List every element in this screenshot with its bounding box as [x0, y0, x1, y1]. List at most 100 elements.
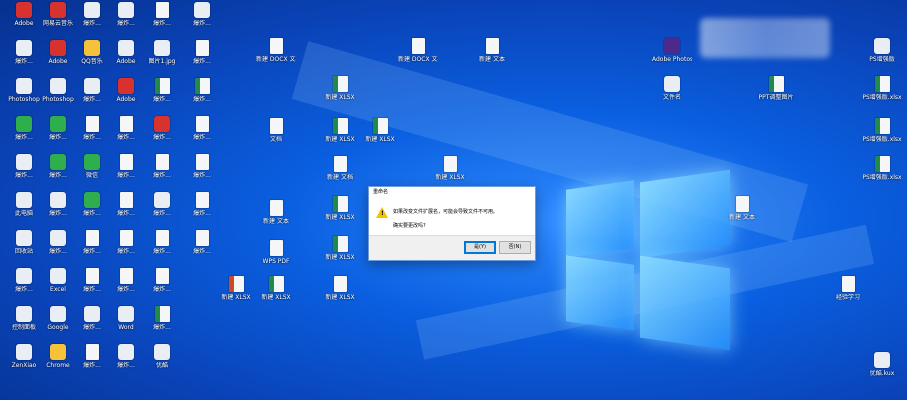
app-file-icon	[16, 78, 32, 94]
desktop-icon[interactable]: PS增强版.xlsx	[862, 156, 902, 181]
red-file-icon	[118, 78, 134, 94]
xls-file-icon	[194, 78, 210, 94]
desktop-icon[interactable]: 新建 XLSX	[320, 76, 360, 101]
app-file-icon	[874, 38, 890, 54]
desktop-icon[interactable]: 优酷.kux	[862, 352, 902, 377]
desktop-icon[interactable]: 新建 文本	[256, 200, 296, 225]
app-file-icon	[16, 192, 32, 208]
desktop-icon[interactable]: Adobe	[106, 40, 146, 65]
purple-file-icon	[664, 38, 680, 54]
red-file-icon	[154, 116, 170, 132]
app-file-icon	[194, 2, 210, 18]
desktop-icon[interactable]: 爆炸...	[106, 230, 146, 255]
doc-file-icon	[119, 230, 133, 246]
desktop-icon[interactable]: 新建 XLSX	[256, 276, 296, 301]
desktop-icon[interactable]: 爆炸...	[182, 2, 222, 27]
desktop-icon[interactable]: 新建 文本	[722, 196, 762, 221]
xls-file-icon	[874, 118, 890, 134]
doc-file-icon	[85, 116, 99, 132]
app-file-icon	[118, 2, 134, 18]
app-file-icon	[16, 344, 32, 360]
app-file-icon	[84, 306, 100, 322]
desktop-icon[interactable]: 新建 XLSX	[430, 156, 470, 181]
doc-file-icon	[155, 2, 169, 18]
desktop-icon-label: Adobe	[116, 58, 136, 65]
desktop-icon[interactable]: 爆炸...	[142, 154, 182, 179]
desktop-icon[interactable]: PPT调整图片	[756, 76, 796, 101]
desktop-icon[interactable]: 优酷	[142, 344, 182, 369]
desktop-icon-label: 图片1.jpg	[148, 58, 176, 65]
desktop-icon[interactable]: 爆炸...	[106, 154, 146, 179]
desktop-icon[interactable]: 新建 XLSX	[360, 118, 400, 143]
desktop-icon[interactable]: 新建 文档	[320, 156, 360, 181]
desktop-icon[interactable]: 爆炸...	[106, 192, 146, 217]
desktop-icon-label: 爆炸...	[193, 20, 211, 27]
desktop-icon[interactable]: 爆炸...	[142, 78, 182, 103]
doc-file-icon	[269, 38, 283, 54]
desktop-icon[interactable]: PS增强版	[862, 38, 902, 63]
red-file-icon	[50, 2, 66, 18]
desktop-icon[interactable]: 爆炸...	[142, 116, 182, 141]
desktop-icon[interactable]: PS增强版.xlsx	[862, 76, 902, 101]
desktop-icon[interactable]: 爆炸...	[142, 2, 182, 27]
desktop-icon[interactable]: PS增强版.xlsx	[862, 118, 902, 143]
yes-button[interactable]: 是(Y)	[464, 241, 496, 254]
desktop-icon-label: 爆炸...	[153, 134, 171, 141]
app-file-icon	[50, 268, 66, 284]
app-file-icon	[50, 78, 66, 94]
desktop-icon[interactable]: Adobe Photoshop	[652, 38, 692, 63]
desktop-icon[interactable]: 爆炸...	[182, 116, 222, 141]
desktop-icon[interactable]: 爆炸...	[106, 2, 146, 27]
desktop-icon[interactable]: 新建 XLSX	[320, 236, 360, 261]
desktop-icon[interactable]: 爆炸...	[182, 154, 222, 179]
green-file-icon	[16, 116, 32, 132]
desktop-icon[interactable]: 爆炸...	[182, 230, 222, 255]
desktop-icon-label: 爆炸...	[153, 324, 171, 331]
desktop-icon-label: 新建 XLSX	[325, 294, 355, 301]
desktop-icon[interactable]: 新建 DOCX 文档	[398, 38, 438, 63]
desktop-icon-label: 爆炸...	[193, 172, 211, 179]
app-file-icon	[118, 306, 134, 322]
app-file-icon	[874, 352, 890, 368]
doc-file-icon	[119, 116, 133, 132]
desktop-icon-label: 爆炸...	[117, 248, 135, 255]
desktop-icon-label: 优酷	[155, 362, 168, 369]
desktop-icon[interactable]: 爆炸...	[182, 78, 222, 103]
desktop-icon[interactable]: 爆炸...	[142, 230, 182, 255]
doc-file-icon	[85, 230, 99, 246]
doc-file-icon	[195, 40, 209, 56]
xls-file-icon	[874, 156, 890, 172]
desktop-icon[interactable]: 图片1.jpg	[142, 40, 182, 65]
desktop-icon[interactable]: 新建 XLSX	[320, 196, 360, 221]
desktop-icon[interactable]: 爆炸...	[106, 344, 146, 369]
desktop-icon[interactable]: 爆炸...	[106, 116, 146, 141]
desktop-icon-label: 新建 XLSX	[325, 214, 355, 221]
desktop-icon[interactable]: Adobe	[106, 78, 146, 103]
desktop-icon[interactable]: WPS PDF	[256, 240, 296, 265]
desktop-icon[interactable]: 新建 XLSX	[320, 118, 360, 143]
desktop-icon[interactable]: 爆炸...	[106, 268, 146, 293]
desktop-icon[interactable]: 文件名	[652, 76, 692, 101]
desktop-icon-label: 文档	[269, 136, 282, 143]
desktop-icon[interactable]: 爆炸...	[142, 306, 182, 331]
desktop-icon-label: 新建 文本	[263, 218, 289, 225]
desktop-icon[interactable]: 新建 DOCX 文档	[256, 38, 296, 63]
green-file-icon	[50, 116, 66, 132]
no-button[interactable]: 否(N)	[499, 241, 531, 254]
desktop-icon-label: 新建 文本	[479, 56, 505, 63]
desktop-icon[interactable]: 爆炸...	[142, 192, 182, 217]
desktop-icon[interactable]: 新建 XLSX	[216, 276, 256, 301]
desktop-icon[interactable]: 新建 XLSX	[320, 276, 360, 301]
doc-file-icon	[119, 268, 133, 284]
desktop-icon[interactable]: 爆炸...	[182, 40, 222, 65]
desktop-icon-label: 爆炸...	[153, 286, 171, 293]
desktop-icon[interactable]: 经验学习	[828, 276, 868, 301]
desktop-icon[interactable]: 新建 文本	[472, 38, 512, 63]
desktop-icon-label: 爆炸...	[117, 20, 135, 27]
desktop-icon[interactable]: Word	[106, 306, 146, 331]
app-file-icon	[16, 268, 32, 284]
desktop-icon[interactable]: 爆炸...	[182, 192, 222, 217]
desktop-icon[interactable]: 爆炸...	[142, 268, 182, 293]
desktop-icon[interactable]: 文档	[256, 118, 296, 143]
doc-file-icon	[443, 156, 457, 172]
